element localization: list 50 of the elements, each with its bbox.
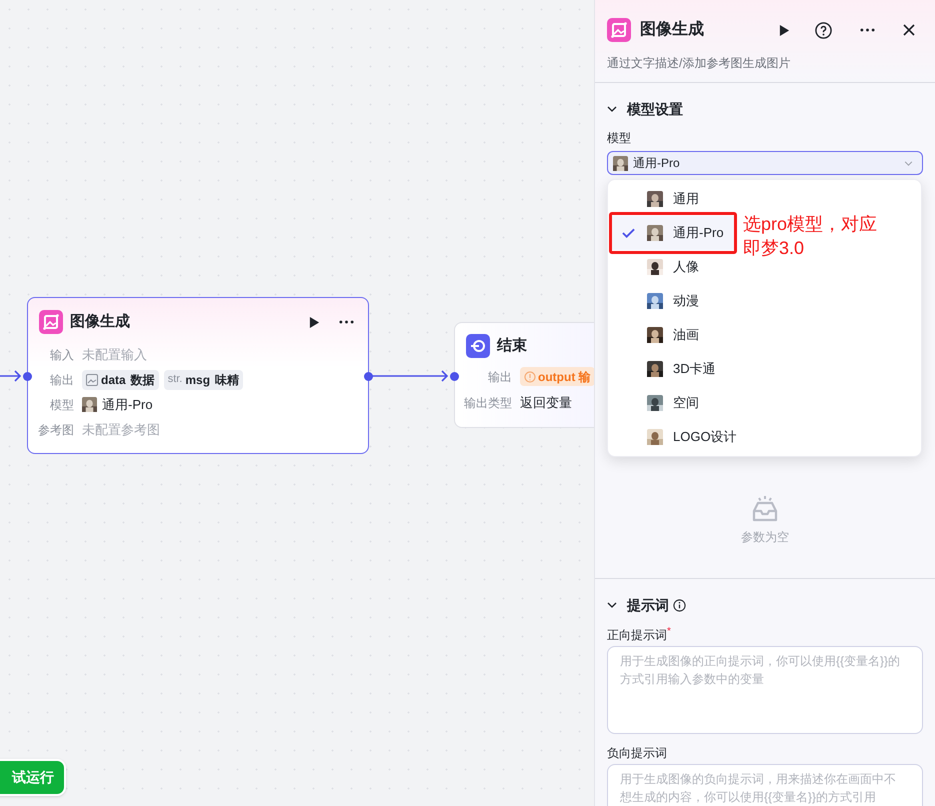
- field-label: 负向提示词: [607, 745, 667, 762]
- empty-inbox-icon: [751, 495, 779, 523]
- field-label: 输出类型: [463, 394, 512, 412]
- image-icon: [39, 310, 63, 334]
- chevron-icon[interactable]: [607, 602, 617, 608]
- select-value: 通用-Pro: [633, 155, 681, 172]
- variable-name: data: [101, 372, 126, 388]
- help-icon[interactable]: [815, 22, 832, 38]
- check-icon: [622, 228, 635, 238]
- end-icon: [466, 334, 490, 358]
- node-title: 结束: [497, 336, 528, 356]
- field-label: 输出: [487, 368, 512, 386]
- prompt-field[interactable]: 用于生成图像的负向提示词，用来描述你在画面中不想生成的内容，你可以使用{{变量名}}的方式引用: [607, 764, 923, 806]
- field-value: 返回变量: [520, 394, 572, 412]
- warning-icon: [524, 370, 536, 382]
- annotation-text: 选pro模型，对应即梦3.0: [743, 213, 878, 260]
- more-icon[interactable]: [860, 28, 875, 32]
- panel-title: 图像生成: [640, 20, 705, 40]
- section-title: 模型设置: [627, 100, 683, 118]
- info-icon[interactable]: [673, 598, 686, 612]
- panel-subtitle: 通过文字描述/添加参考图生成图片: [607, 55, 792, 72]
- required-mark: *: [667, 626, 671, 638]
- image-icon: [86, 374, 98, 386]
- field-value: 通用-Pro: [102, 396, 153, 414]
- section-title: 提示词: [627, 596, 669, 614]
- node-title: 图像生成: [70, 312, 131, 332]
- variable-name: msg: [185, 372, 210, 388]
- dropdown-option[interactable]: 通用-Pro: [611, 216, 737, 250]
- connector-arrow: [0, 370, 22, 382]
- play-icon[interactable]: [779, 24, 790, 36]
- field-value: 未配置输入: [82, 346, 147, 364]
- prompt-field[interactable]: 用于生成图像的正向提示词，你可以使用{{变量名}}的方式引用输入参数中的变量: [607, 646, 923, 734]
- chevron-icon[interactable]: [607, 106, 617, 112]
- type-prefix: str.: [168, 372, 182, 388]
- field-label: 输入: [49, 346, 74, 364]
- variable-desc: 数据: [130, 372, 155, 388]
- close-icon[interactable]: [903, 24, 915, 36]
- play-icon[interactable]: [309, 316, 320, 328]
- field-value: 未配置参考图: [82, 420, 160, 439]
- image-icon: [607, 18, 631, 42]
- field-label: 模型: [49, 396, 74, 414]
- tag-text: output 输: [538, 368, 591, 386]
- variable-desc: 味精: [215, 372, 240, 388]
- field-label: 参考图: [37, 422, 74, 438]
- empty-text: 参数为空: [741, 529, 789, 546]
- more-icon[interactable]: [339, 320, 354, 324]
- field-label: 正向提示词: [607, 627, 667, 644]
- field-label: 输出: [49, 372, 74, 388]
- field-label: 模型: [607, 130, 632, 147]
- model-select[interactable]: 通用-Pro: [607, 151, 923, 175]
